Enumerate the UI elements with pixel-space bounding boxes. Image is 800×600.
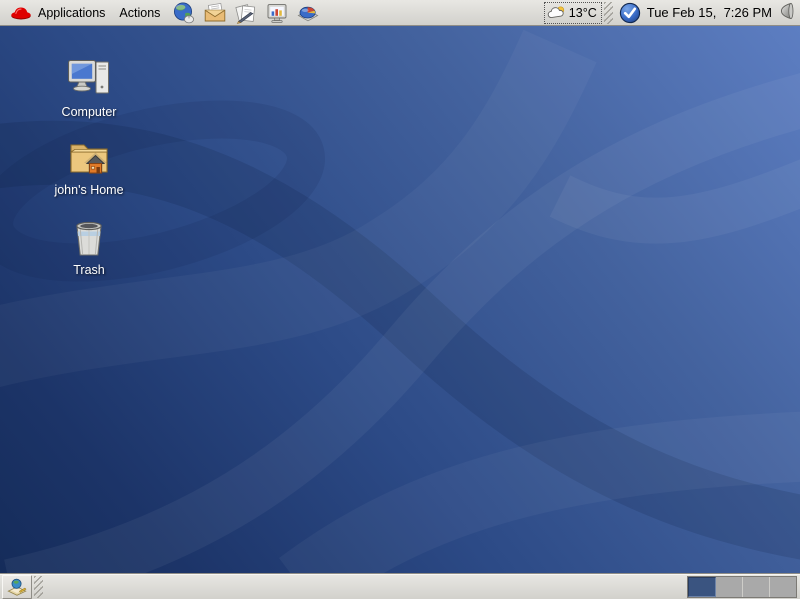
spreadsheet-launcher[interactable] (295, 1, 321, 25)
applet-drag-handle[interactable] (604, 2, 613, 24)
show-desktop-button[interactable] (2, 575, 32, 599)
word-processor-launcher[interactable] (233, 1, 259, 25)
web-browser-launcher[interactable] (171, 1, 197, 25)
presentation-launcher[interactable] (264, 1, 290, 25)
email-launcher[interactable] (202, 1, 228, 25)
volume-applet[interactable] (776, 1, 798, 25)
desktop-icon-johns-home[interactable]: john's Home (39, 133, 139, 197)
weather-temperature: 13°C (569, 6, 597, 20)
pie-chart-icon (296, 1, 320, 25)
envelope-letter-icon (203, 1, 227, 25)
desktop-icon-trash[interactable]: Trash (39, 213, 139, 277)
desktop[interactable]: Computer john's Home (0, 26, 800, 573)
cloud-sun-icon (547, 5, 567, 21)
clock-applet[interactable]: Tue Feb 15, 7:26 PM (615, 2, 776, 24)
monitor-chart-icon (265, 1, 289, 25)
applications-menu-label: Applications (38, 6, 105, 20)
desktop-icon-label: Trash (73, 263, 105, 277)
home-folder-icon (65, 133, 113, 181)
launcher-icons (171, 1, 321, 25)
desktop-icon-label: john's Home (54, 183, 123, 197)
documents-pen-icon (234, 1, 258, 25)
computer-icon (65, 55, 113, 103)
show-desktop-icon (5, 575, 29, 599)
bottom-panel (0, 573, 800, 599)
actions-menu-label: Actions (119, 6, 160, 20)
panel-drag-handle[interactable] (34, 576, 43, 598)
red-hat-icon (9, 1, 33, 25)
applications-menu[interactable]: Applications (2, 0, 112, 25)
weather-applet[interactable]: 13°C (544, 2, 602, 24)
workspace-cell-1-active[interactable] (688, 577, 716, 597)
blue-check-badge-icon (619, 2, 641, 24)
workspace-switcher (687, 576, 797, 598)
speaker-icon (777, 1, 797, 24)
desktop-icon-computer[interactable]: Computer (39, 55, 139, 119)
trash-can-icon (65, 213, 113, 261)
top-panel: Applications Actions (0, 0, 800, 26)
actions-menu[interactable]: Actions (112, 0, 167, 25)
desktop-icon-label: Computer (62, 105, 117, 119)
globe-mouse-icon (172, 1, 196, 25)
workspace-cell-4[interactable] (770, 577, 796, 597)
workspace-cell-3[interactable] (743, 577, 770, 597)
workspace-cell-2[interactable] (716, 577, 743, 597)
clock-text: Tue Feb 15, 7:26 PM (647, 5, 772, 20)
